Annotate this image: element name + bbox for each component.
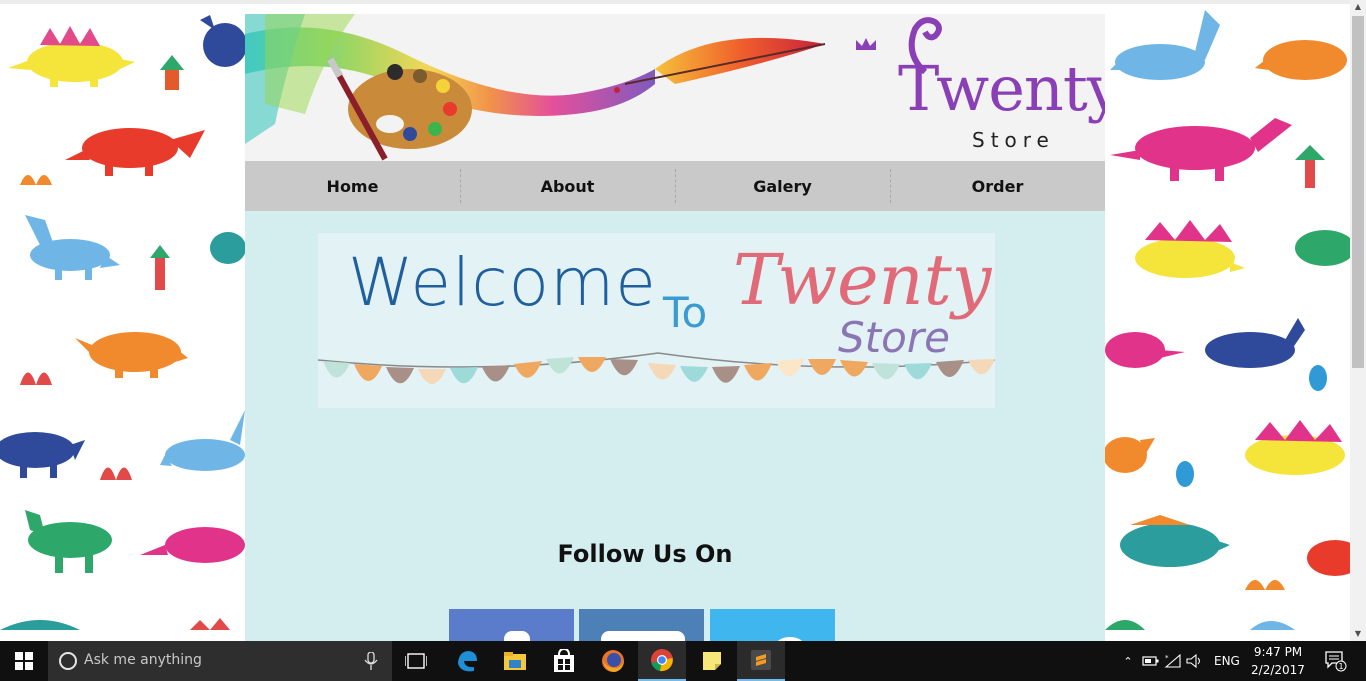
task-view-button[interactable] [392, 641, 440, 681]
chrome-taskbar-button[interactable] [638, 641, 686, 681]
dino-yellow-right2-icon [1245, 420, 1345, 475]
scroll-thumb[interactable] [1352, 16, 1364, 368]
main-nav: Home About Galery Order [245, 161, 1105, 211]
volume-icon[interactable] [1186, 654, 1204, 668]
edge-icon [458, 651, 477, 672]
dino-blue-right-icon [1110, 10, 1220, 80]
store-taskbar-button[interactable] [540, 641, 588, 681]
nav-order-link[interactable]: Order [890, 161, 1105, 211]
twitter-icon [777, 637, 803, 641]
dino-pink-right2-icon [1105, 332, 1185, 368]
site-logo[interactable]: Twenty Store [850, 14, 1105, 161]
dino-green-icon [25, 510, 112, 573]
facebook-link[interactable] [449, 609, 574, 641]
bunting-garland-image [318, 352, 995, 384]
notification-count: 1 [1338, 662, 1343, 671]
show-hidden-icons-chevron-icon[interactable]: ⌃ [1120, 655, 1136, 668]
dino-navy-icon [0, 432, 85, 478]
dino-orange-icon [75, 332, 188, 378]
scroll-down-arrow-icon[interactable]: ▼ [1350, 627, 1366, 641]
windows-logo-icon [15, 652, 33, 670]
file-explorer-icon [504, 652, 526, 670]
dino-navy-top-icon [200, 15, 247, 67]
dino-pink-icon [140, 527, 245, 563]
dino-orange-right2-icon [1103, 437, 1155, 473]
dino-pink-right-icon [1110, 118, 1292, 181]
input-language-indicator[interactable]: ENG [1214, 654, 1240, 668]
instagram-icon [601, 631, 685, 641]
action-center-button[interactable]: 1 [1316, 641, 1356, 681]
dino-red-icon [65, 128, 205, 176]
dino-teal-right-icon [1120, 515, 1230, 567]
file-explorer-taskbar-button[interactable] [491, 641, 539, 681]
sticky-notes-icon [703, 652, 721, 670]
firefox-icon [602, 650, 624, 672]
sticky-notes-taskbar-button[interactable] [688, 641, 736, 681]
sublime-icon [751, 650, 771, 670]
dino-orange-right-icon [1255, 40, 1347, 80]
windows-taskbar: Ask me anything ⌃ * ENG 9:47 PM 2/2/2017 [0, 641, 1366, 681]
cortana-icon [59, 652, 77, 670]
clock-date: 2/2/2017 [1251, 663, 1305, 677]
dino-blue-icon [25, 215, 120, 280]
microphone-icon[interactable] [364, 652, 378, 670]
dino-yellow-right-icon [1135, 220, 1245, 278]
welcome-banner: Welcome To Twenty Store [318, 233, 995, 408]
battery-icon[interactable] [1142, 655, 1160, 667]
dino-navy-right-icon [1205, 318, 1305, 368]
crown-icon [856, 38, 876, 50]
wifi-icon[interactable]: * [1164, 654, 1182, 668]
clock-time: 9:47 PM [1253, 645, 1303, 659]
dino-teal-icon [210, 232, 246, 264]
dino-green-right-icon [1295, 230, 1350, 266]
logo-subtitle: Store [972, 128, 1055, 152]
vertical-scrollbar[interactable]: ▲ ▼ [1350, 0, 1366, 641]
paint-palette-banner-image [245, 14, 826, 161]
system-tray: ⌃ * ENG [1120, 641, 1240, 681]
follow-us-heading: Follow Us On [557, 540, 733, 568]
sublime-taskbar-button[interactable] [737, 641, 785, 681]
store-icon [554, 649, 574, 672]
svg-text:*: * [1165, 654, 1169, 662]
task-view-icon [405, 653, 427, 669]
dino-yellow-icon [8, 26, 135, 87]
nav-home-link[interactable]: Home [245, 161, 460, 211]
system-clock[interactable]: 9:47 PM 2/2/2017 [1250, 643, 1306, 679]
site-header: Twenty Store [245, 14, 1105, 161]
dino-lightblue-icon [160, 410, 245, 471]
twitter-link[interactable] [710, 609, 835, 641]
search-placeholder: Ask me anything [84, 652, 202, 668]
notification-icon: 1 [1325, 651, 1347, 672]
nav-galery-link[interactable]: Galery [675, 161, 890, 211]
facebook-icon [504, 631, 530, 641]
main-content: Twenty Store Home About Galery Order Wel… [245, 14, 1105, 641]
welcome-text: Welcome [348, 244, 657, 321]
scroll-up-arrow-icon[interactable]: ▲ [1350, 0, 1366, 14]
start-button[interactable] [0, 641, 48, 681]
edge-taskbar-button[interactable] [443, 641, 491, 681]
logo-title: Twenty [898, 52, 1105, 125]
instagram-link[interactable] [579, 609, 704, 641]
firefox-taskbar-button[interactable] [589, 641, 637, 681]
chrome-icon [651, 649, 673, 672]
cortana-search-box[interactable]: Ask me anything [48, 641, 392, 681]
nav-about-link[interactable]: About [460, 161, 675, 211]
dino-red-right-icon [1307, 540, 1350, 576]
welcome-to-text: To [663, 288, 708, 337]
welcome-brand-text: Twenty [733, 239, 992, 321]
